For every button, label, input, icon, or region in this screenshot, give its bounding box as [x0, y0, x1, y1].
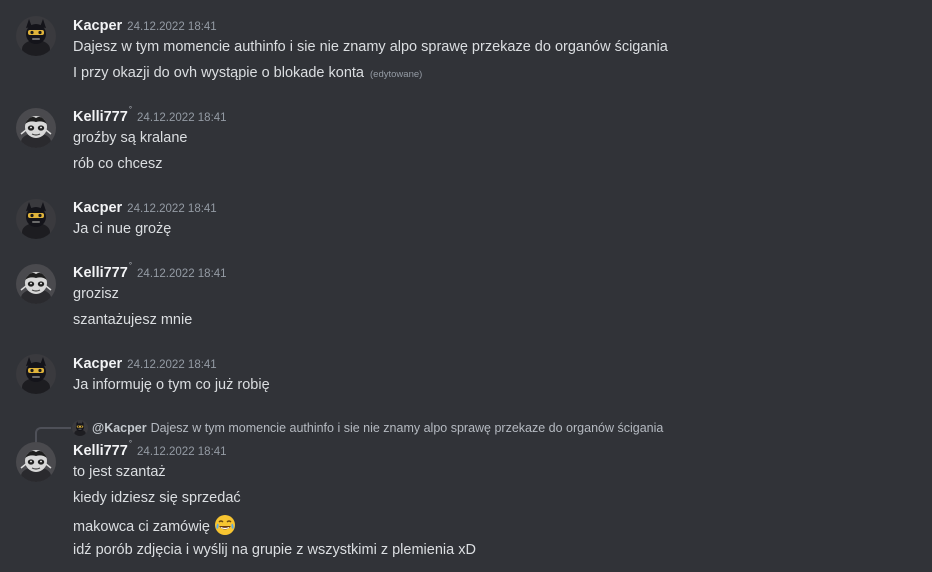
message-text: to jest szantaż: [73, 464, 166, 480]
message-header: Kelli777° 24.12.2022 18:41: [73, 261, 227, 284]
user-badge: °: [128, 261, 133, 270]
message-text: groźby są kralane: [73, 130, 188, 146]
message-header: Kelli777° 24.12.2022 18:41: [73, 105, 227, 128]
message-text: szantażujesz mnie: [73, 312, 193, 328]
avatar[interactable]: [16, 442, 56, 482]
reply-reference[interactable]: @Kacper Dajesz w tym momencie authinfo i…: [72, 419, 663, 437]
reply-avatar[interactable]: [72, 420, 88, 436]
reply-spine: [35, 427, 71, 443]
avatar[interactable]: [16, 16, 56, 56]
reply-preview-text[interactable]: Dajesz w tym momencie authinfo i sie nie…: [151, 421, 664, 435]
timestamp[interactable]: 24.12.2022 18:41: [127, 21, 217, 33]
message-text: kiedy idziesz się sprzedać: [73, 490, 241, 506]
username[interactable]: Kacper: [73, 18, 122, 34]
message-header: Kelli777° 24.12.2022 18:41: [73, 439, 227, 462]
timestamp[interactable]: 24.12.2022 18:41: [127, 359, 217, 371]
user-badge: °: [128, 105, 133, 114]
timestamp[interactable]: 24.12.2022 18:41: [137, 446, 227, 458]
avatar[interactable]: [16, 354, 56, 394]
message-text: rób co chcesz: [73, 156, 163, 172]
message-text: I przy okazji do ovh wystąpie o blokade …: [73, 65, 364, 81]
username[interactable]: Kelli777: [73, 265, 128, 281]
joy-emoji-icon[interactable]: [214, 514, 236, 536]
edited-label: (edytowane): [370, 69, 423, 80]
message-text: Ja informuję o tym co już robię: [73, 377, 270, 393]
timestamp[interactable]: 24.12.2022 18:41: [137, 112, 227, 124]
message-text: makowca ci zamówię: [73, 518, 210, 535]
message-header: Kacper 24.12.2022 18:41: [73, 199, 217, 219]
avatar[interactable]: [16, 264, 56, 304]
user-badge: °: [128, 439, 133, 448]
message-header: Kacper 24.12.2022 18:41: [73, 355, 217, 375]
timestamp[interactable]: 24.12.2022 18:41: [137, 268, 227, 280]
reply-author[interactable]: @Kacper: [92, 421, 147, 435]
message-text-row: I przy okazji do ovh wystąpie o blokade …: [73, 65, 422, 81]
timestamp[interactable]: 24.12.2022 18:41: [127, 203, 217, 215]
message-header: Kacper 24.12.2022 18:41: [73, 17, 217, 37]
username[interactable]: Kelli777: [73, 443, 128, 459]
avatar[interactable]: [16, 199, 56, 239]
avatar[interactable]: [16, 108, 56, 148]
username[interactable]: Kelli777: [73, 109, 128, 125]
message-text: idź porób zdjęcia i wyślij na grupie z w…: [73, 542, 476, 558]
username[interactable]: Kacper: [73, 200, 122, 216]
message-text-row: makowca ci zamówię: [73, 514, 236, 538]
username[interactable]: Kacper: [73, 356, 122, 372]
message-text: Dajesz w tym momencie authinfo i sie nie…: [73, 39, 668, 55]
message-text: Ja ci nue grożę: [73, 221, 172, 237]
message-text: grozisz: [73, 286, 119, 302]
